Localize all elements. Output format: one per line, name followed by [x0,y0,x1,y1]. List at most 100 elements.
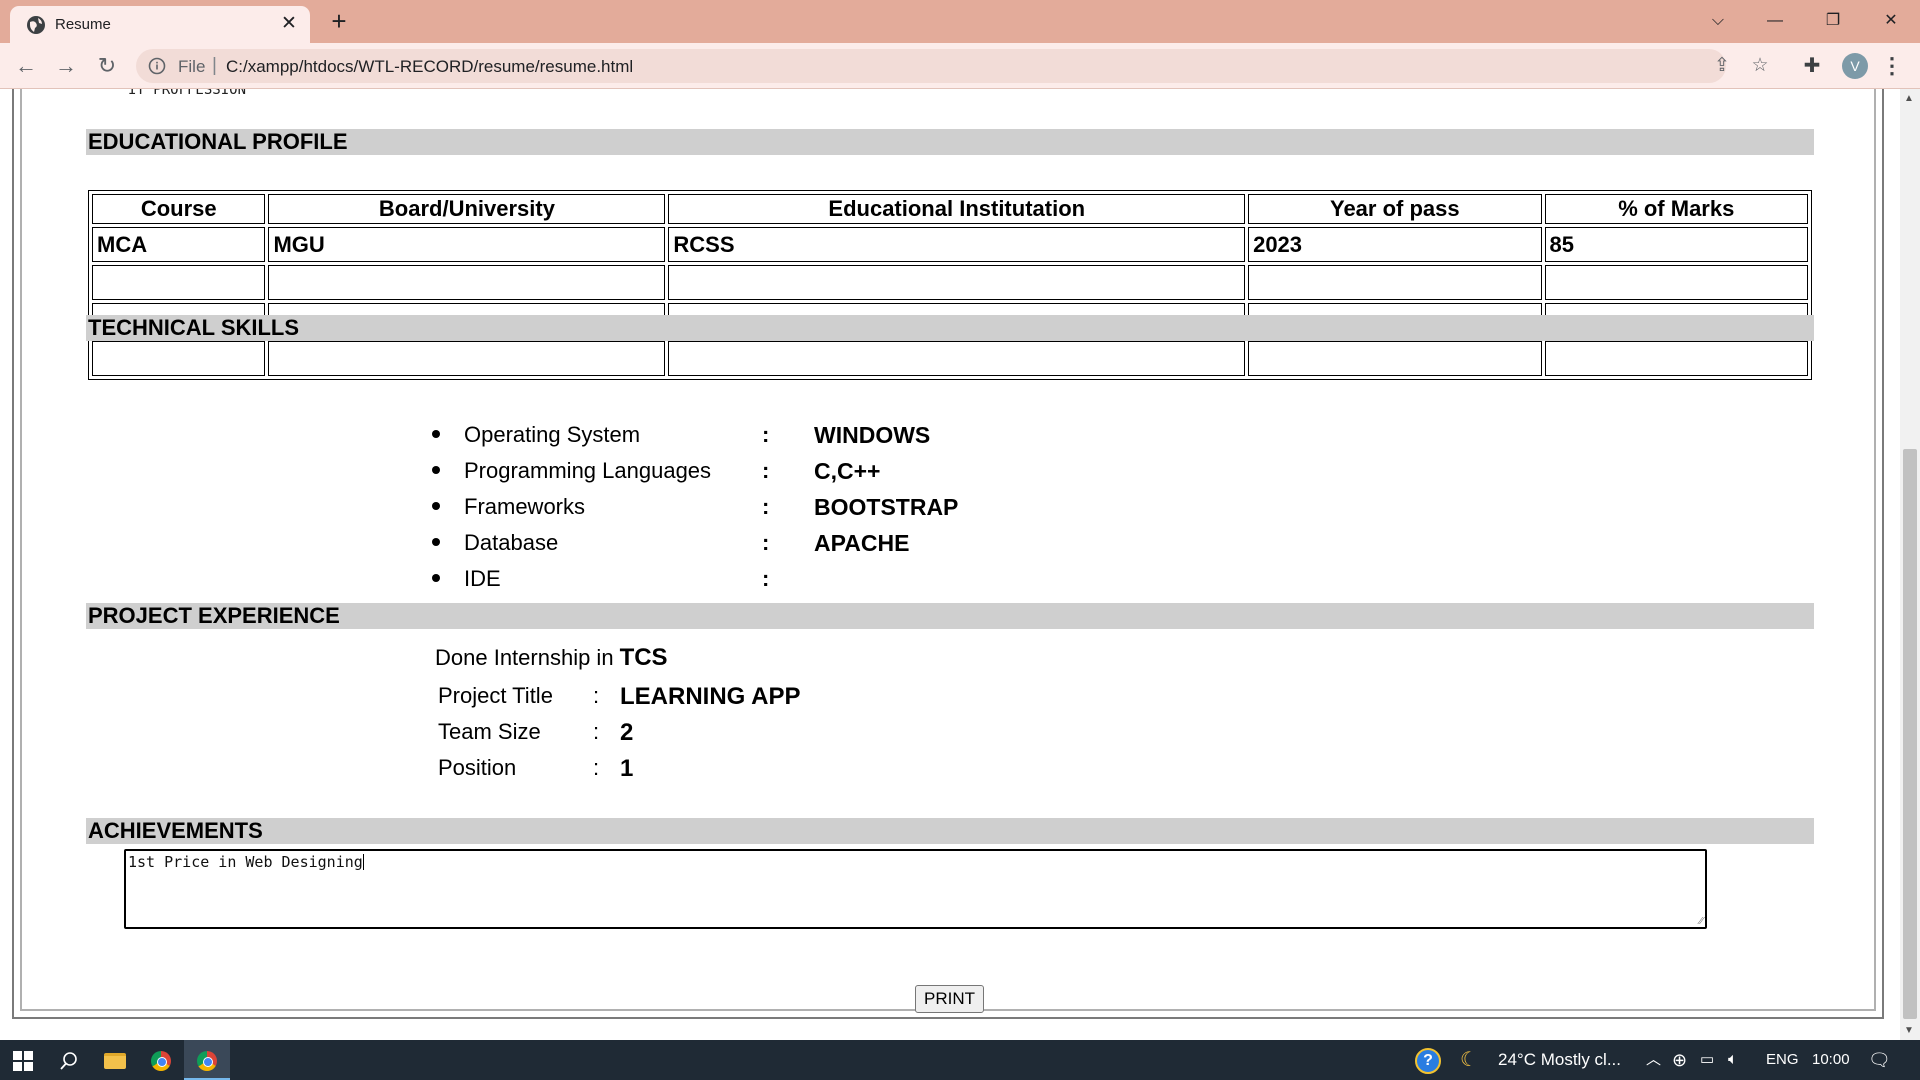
project-field-value: 2 [620,719,634,746]
back-arrow-icon[interactable]: ← [12,52,40,80]
project-field-separator: : [593,683,600,708]
section-heading-educational-profile: EDUCATIONAL PROFILE [86,129,1814,155]
achievements-textarea[interactable]: 1st Price in Web Designing ⁄⁄ [124,849,1707,929]
bullet-icon [432,502,440,510]
windows-start-icon[interactable] [0,1040,46,1080]
table-cell [92,265,266,300]
bullet-icon [432,574,440,582]
minimize-icon[interactable]: — [1752,6,1798,36]
project-field-value: 1 [620,755,634,782]
url-text[interactable]: C:/xampp/htdocs/WTL-RECORD/resume/resume… [226,57,633,77]
bookmark-star-icon[interactable]: ☆ [1750,56,1770,76]
text-caret [362,854,364,870]
table-row [92,265,1808,300]
extensions-puzzle-icon[interactable]: ✚ [1800,54,1824,78]
skill-value: APACHE [814,530,910,556]
column-header-year: Year of pass [1248,194,1542,224]
close-window-icon[interactable]: ✕ [1868,6,1914,36]
column-header-marks: % of Marks [1544,194,1808,224]
close-tab-icon[interactable]: ✕ [278,13,300,35]
project-field-row: Position : 1 [438,755,1038,791]
bullet-icon [432,538,440,546]
table-row [92,341,1808,376]
new-tab-icon[interactable]: + [325,8,353,36]
file-explorer-icon[interactable] [92,1040,138,1080]
list-item: Frameworks : BOOTSTRAP [430,494,1130,530]
skill-separator: : [762,422,770,447]
section-heading-project-experience: PROJECT EXPERIENCE [86,603,1814,629]
bullet-icon [432,466,440,474]
info-icon[interactable] [148,57,166,75]
table-header-row: Course Board/University Educational Inst… [92,194,1808,224]
project-field-row: Project Title : LEARNING APP [438,683,1038,719]
page-viewport: IT PROFFESSION ⁄⁄ EDUCATIONAL PROFILE Co… [0,89,1900,1040]
weather-moon-icon[interactable]: ☾ [1460,1040,1486,1080]
table-cell [1248,265,1542,300]
chrome-icon[interactable] [138,1040,184,1080]
column-header-course: Course [92,194,266,224]
address-bar[interactable]: File | C:/xampp/htdocs/WTL-RECORD/resume… [136,49,1769,83]
language-indicator[interactable]: ENG [1766,1040,1799,1080]
project-field-value: LEARNING APP [620,683,801,710]
list-item: IDE : [430,566,1130,602]
browser-toolbar: ← → ↻ File | C:/xampp/htdocs/WTL-RECORD/… [0,43,1920,89]
reload-icon[interactable]: ↻ [93,52,121,80]
help-icon[interactable]: ? [1415,1040,1445,1080]
section-heading-technical-skills: TECHNICAL SKILLS [86,315,1814,341]
column-header-board: Board/University [268,194,666,224]
page-scrollbar[interactable]: ▲ ▼ [1900,89,1920,1040]
profession-textarea-partial-text: IT PROFFESSION [128,89,247,98]
technical-skills-list: Operating System : WINDOWS Programming L… [430,422,1130,602]
list-item: Database : APACHE [430,530,1130,566]
table-cell [668,265,1246,300]
skill-label: Database [464,530,559,555]
profile-avatar[interactable]: V [1842,53,1868,79]
internship-intro-text: Done Internship in [435,645,614,670]
volume-icon[interactable]: 🔈︎ [1728,1040,1738,1080]
table-cell [1248,341,1542,376]
table-row: MCA MGU RCSS 2023 85 [92,227,1808,262]
list-item: Operating System : WINDOWS [430,422,1130,458]
internship-line: Done Internship in TCS [435,644,668,672]
column-header-institution: Educational Institutation [668,194,1246,224]
browser-tab-bar: Resume ✕ + ⌵ — ❐ ✕ [0,0,1920,43]
chrome-active-window-icon[interactable] [184,1040,230,1080]
print-button[interactable]: PRINT [915,985,984,1013]
globe-icon [27,16,45,34]
skill-separator: : [762,458,770,483]
table-cell [1544,265,1808,300]
project-field-row: Team Size : 2 [438,719,1038,755]
show-hidden-icons-chevron-icon[interactable]: ︿ [1646,1040,1661,1080]
skill-separator: : [762,494,770,519]
share-icon[interactable]: ⇪ [1712,56,1732,76]
project-field-label: Position [438,755,517,780]
section-heading-achievements: ACHIEVEMENTS [86,818,1814,844]
browser-menu-icon[interactable]: ⋮ [1880,52,1904,80]
educational-profile-table: Course Board/University Educational Inst… [88,190,1812,380]
url-separator: | [212,55,217,76]
table-cell [668,341,1246,376]
browser-tab-resume[interactable]: Resume ✕ [10,6,310,43]
weather-text[interactable]: 24°C Mostly cl... [1498,1040,1621,1080]
network-globe-icon[interactable]: ⊕ [1672,1040,1687,1080]
scroll-up-arrow-icon[interactable]: ▲ [1904,93,1914,104]
project-field-label: Team Size [438,719,541,744]
skill-value: BOOTSTRAP [814,494,959,520]
skill-label: Operating System [464,422,641,447]
restore-icon[interactable]: ❐ [1810,6,1856,36]
table-cell [268,341,666,376]
table-cell: MCA [92,227,266,262]
scroll-down-arrow-icon[interactable]: ▼ [1904,1025,1914,1036]
forward-arrow-icon[interactable]: → [52,52,80,80]
skill-value: WINDOWS [814,422,931,448]
tab-title: Resume [55,16,111,33]
battery-icon[interactable]: ▭ [1700,1040,1714,1080]
url-scheme-label: File [178,57,206,76]
notifications-icon[interactable]: 🗨︎ [1868,1040,1894,1080]
table-cell: 85 [1544,227,1808,262]
textarea-resize-grip-icon[interactable]: ⁄⁄ [1699,914,1703,927]
scrollbar-thumb[interactable] [1903,449,1917,1019]
clock-time[interactable]: 10:00 [1812,1040,1850,1080]
tab-search-chevron-icon[interactable]: ⌵ [1695,6,1741,36]
search-icon[interactable] [46,1040,92,1080]
